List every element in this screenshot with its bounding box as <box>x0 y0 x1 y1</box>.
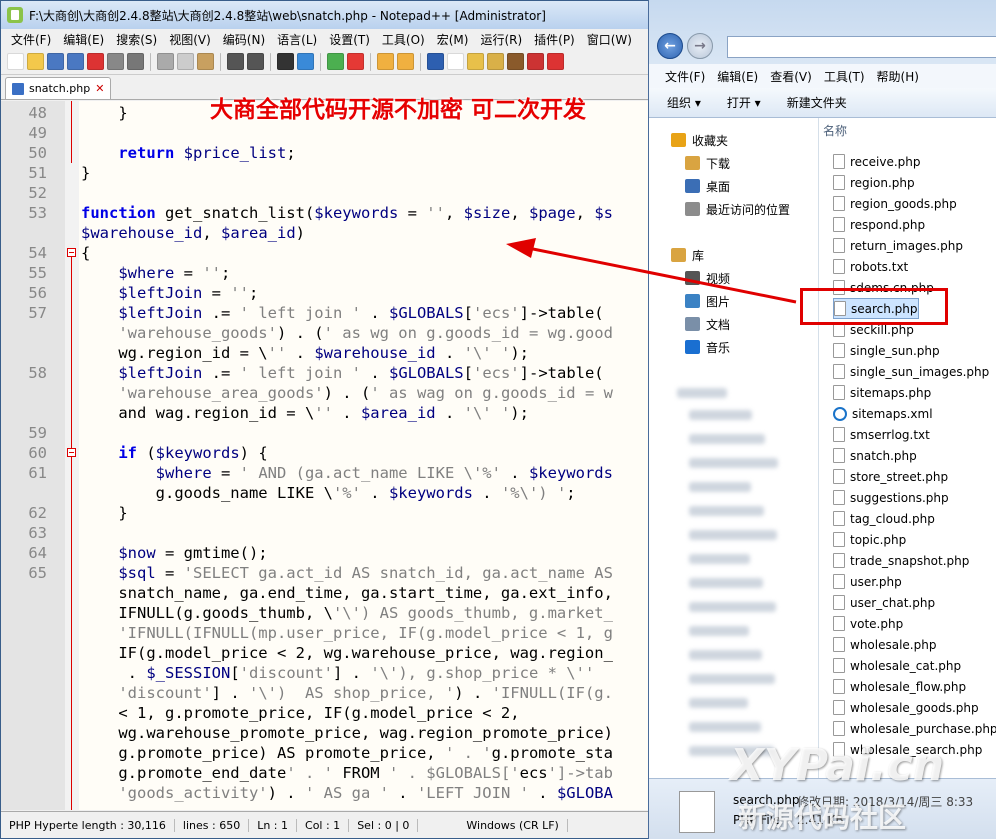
arrow-head <box>506 238 536 258</box>
watermark-subtitle: 新源代码社区 <box>738 801 907 834</box>
annotation-arrow <box>506 238 797 304</box>
watermark-logo: XYPai.cn <box>730 740 945 791</box>
arrow-shaft <box>527 246 797 304</box>
